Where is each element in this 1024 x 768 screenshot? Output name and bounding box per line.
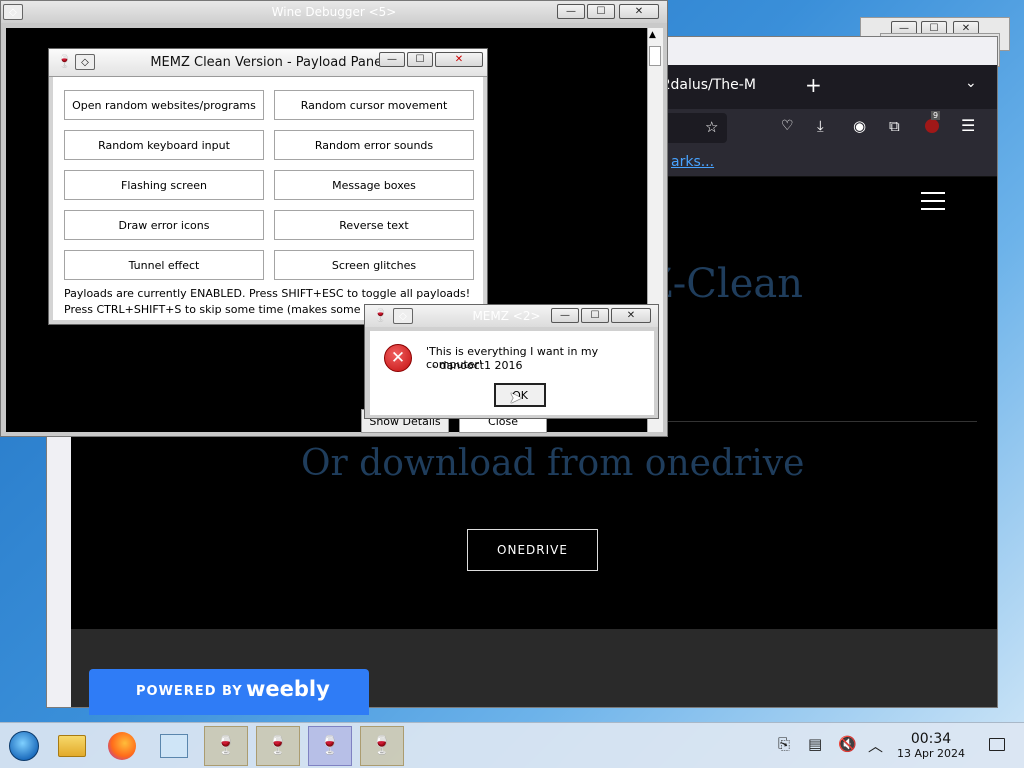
taskbar-wine-app[interactable]: 🍷	[204, 726, 248, 766]
payload-open-websites-button[interactable]: Open random websites/programs	[64, 90, 264, 120]
downloads-icon[interactable]: ⤓	[817, 117, 824, 135]
clock-time: 00:34	[910, 731, 952, 747]
memz-titlebar: 🍷 ◇ MEMZ Clean Version - Payload Panel —…	[49, 49, 487, 77]
tray-expand-icon[interactable]: ︿	[868, 735, 883, 756]
site-footer: POWERED BY weebly	[71, 629, 997, 715]
taskbar-wine-app[interactable]: 🍷	[360, 726, 404, 766]
memz-body: Open random websites/programs Random cur…	[53, 77, 483, 320]
notification-badge: 9	[931, 111, 941, 120]
payload-cursor-movement-button[interactable]: Random cursor movement	[274, 90, 474, 120]
payload-tunnel-effect-button[interactable]: Tunnel effect	[64, 250, 264, 280]
wine-icon: 🍷	[266, 735, 290, 756]
wine-icon: 🍷	[318, 735, 342, 756]
mouse-cursor-icon: ➤	[509, 388, 523, 407]
payload-error-sounds-button[interactable]: Random error sounds	[274, 130, 474, 160]
system-menu-icon[interactable]: ◇	[393, 308, 413, 324]
clock-date: 13 Apr 2024	[896, 747, 965, 760]
maximize-button[interactable]: ☐	[587, 4, 615, 19]
bookmark-star-icon[interactable]: ☆	[705, 118, 718, 136]
menu-icon[interactable]: ☰	[961, 116, 975, 135]
error-message-line2: - danooct1 2016	[432, 359, 523, 372]
site-heading: Z-Clean	[645, 261, 803, 307]
minimize-button[interactable]: —	[379, 52, 405, 67]
taskbar-wine-app[interactable]: 🍷	[308, 726, 352, 766]
powered-by-label: POWERED BY	[136, 684, 243, 699]
error-icon: ✕	[384, 344, 412, 372]
close-button[interactable]: ✕	[619, 4, 659, 19]
memz-title: MEMZ Clean Version - Payload Panel	[150, 55, 386, 70]
hamburger-menu-icon[interactable]	[921, 192, 945, 210]
error-titlebar: 🍷 ◇ MEMZ <2> — ☐ ✕	[365, 305, 658, 327]
minimize-button[interactable]: —	[557, 4, 585, 19]
clock[interactable]: 00:34 13 Apr 2024	[890, 731, 972, 760]
start-orb-icon[interactable]	[2, 726, 46, 766]
payload-screen-glitches-button[interactable]: Screen glitches	[274, 250, 474, 280]
bookmarks-link[interactable]: arks...	[671, 154, 714, 170]
ublock-icon[interactable]	[925, 119, 939, 133]
clipboard-icon[interactable]: ⎘	[778, 735, 790, 753]
system-menu-icon[interactable]: ◇	[3, 4, 23, 20]
skip-time-text: Press CTRL+SHIFT+S to skip some time (ma…	[64, 303, 364, 316]
maximize-button[interactable]: ☐	[581, 308, 609, 323]
firefox-icon[interactable]	[100, 726, 144, 766]
wine-icon: 🍷	[57, 54, 72, 68]
scroll-up-icon[interactable]: ▲	[649, 30, 656, 40]
maximize-button[interactable]: ☐	[407, 52, 433, 67]
tab-list-chevron-icon[interactable]: ⌄	[965, 75, 977, 91]
close-button[interactable]: ✕	[435, 52, 483, 67]
wine-icon: 🍷	[370, 735, 394, 756]
payload-message-boxes-button[interactable]: Message boxes	[274, 170, 474, 200]
taskbar-wine-app[interactable]: 🍷	[256, 726, 300, 766]
pocket-icon[interactable]: ♡	[781, 118, 794, 134]
control-panel-icon[interactable]	[152, 726, 196, 766]
taskbar: 🍷 🍷 🍷 🍷 ⎘ ▤ 🔇 ︿ 00:34 13 Apr 2024	[0, 722, 1024, 768]
new-tab-icon[interactable]: +	[805, 73, 822, 97]
debugger-titlebar: ◇ Wine Debugger <5> — ☐ ✕	[1, 1, 667, 23]
weebly-logo: weebly	[246, 677, 330, 701]
browser-tab-title[interactable]: a2dalus/The-M	[653, 77, 756, 93]
payload-flashing-screen-button[interactable]: Flashing screen	[64, 170, 264, 200]
wine-icon: 🍷	[214, 735, 238, 756]
scrollbar-thumb[interactable]	[649, 46, 661, 66]
onedrive-heading: Or download from onedrive	[301, 443, 805, 484]
extensions-icon[interactable]: ⧉	[889, 117, 900, 135]
notes-icon[interactable]: ▤	[808, 735, 822, 753]
volume-muted-icon[interactable]: 🔇	[838, 735, 857, 753]
weebly-banner[interactable]: POWERED BY weebly	[89, 669, 369, 715]
file-manager-icon[interactable]	[50, 726, 94, 766]
error-title: MEMZ <2>	[472, 309, 541, 323]
payload-error-icons-button[interactable]: Draw error icons	[64, 210, 264, 240]
close-button[interactable]: ✕	[611, 308, 651, 323]
onedrive-button[interactable]: ONEDRIVE	[467, 529, 598, 571]
memz-payload-panel: 🍷 ◇ MEMZ Clean Version - Payload Panel —…	[48, 48, 488, 325]
wine-icon: 🍷	[373, 308, 388, 322]
minimize-button[interactable]: —	[551, 308, 579, 323]
payload-status-text: Payloads are currently ENABLED. Press SH…	[64, 287, 471, 300]
debugger-title: Wine Debugger <5>	[271, 5, 397, 19]
account-icon[interactable]: ◉	[853, 117, 866, 135]
payload-keyboard-input-button[interactable]: Random keyboard input	[64, 130, 264, 160]
notification-center-icon[interactable]	[989, 738, 1005, 751]
payload-reverse-text-button[interactable]: Reverse text	[274, 210, 474, 240]
system-menu-icon[interactable]: ◇	[75, 54, 95, 70]
